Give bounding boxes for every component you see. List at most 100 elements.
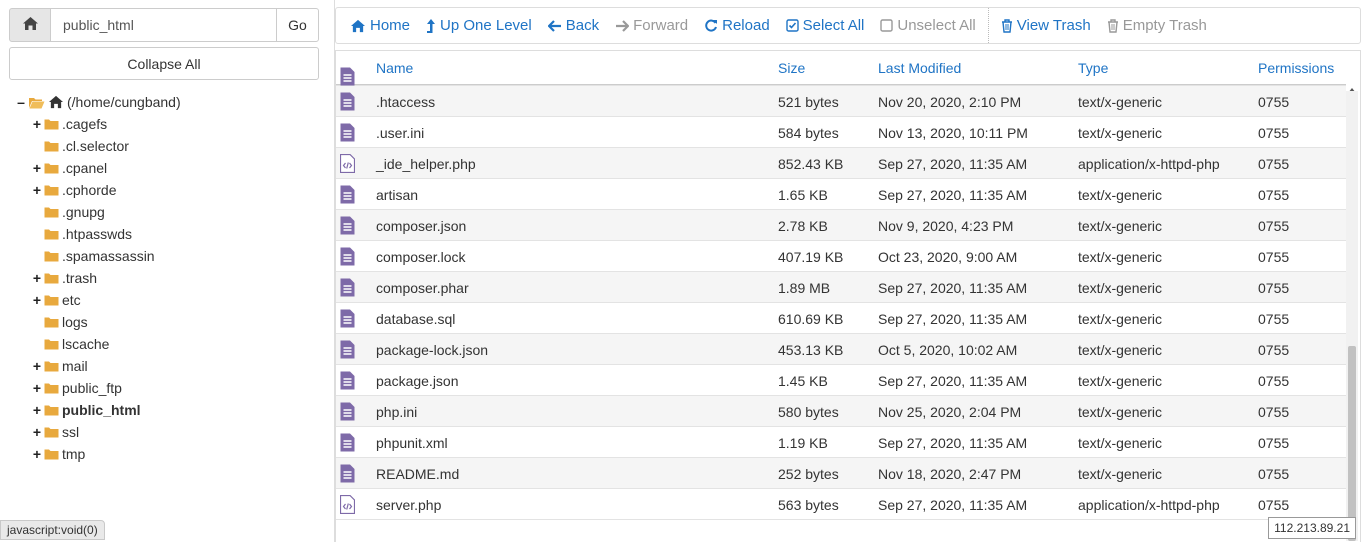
tree-item-label: ssl (62, 424, 80, 440)
tree-item[interactable]: .htpasswds (32, 223, 132, 245)
back-button[interactable]: Back (540, 8, 607, 43)
tree-item[interactable]: .spamassassin (32, 245, 155, 267)
scrollbar-thumb[interactable] (1348, 346, 1356, 541)
folder-icon (44, 338, 59, 350)
file-modified-cell: Sep 27, 2020, 11:35 AM (878, 279, 1028, 296)
folder-icon (44, 404, 59, 416)
expand-toggle-icon[interactable]: + (32, 381, 42, 395)
tree-root[interactable]: – (/home/cungband) (16, 91, 181, 113)
file-size-cell: 1.89 MB (778, 279, 831, 296)
table-row[interactable]: artisan 1.65 KB Sep 27, 2020, 11:35 AM text… (336, 179, 1346, 210)
file-size-cell: 563 bytes (778, 496, 839, 513)
expand-toggle-icon[interactable]: + (32, 425, 42, 439)
tree-item[interactable]: logs (32, 311, 88, 333)
view-trash-button[interactable]: View Trash (993, 8, 1099, 43)
table-row[interactable]: server.php 563 bytes Sep 27, 2020, 11:35 A… (336, 489, 1346, 520)
file-size-cell: 610.69 KB (778, 310, 844, 327)
tree-item[interactable]: + mail (32, 355, 88, 377)
file-type-cell: text/x-generic (1078, 341, 1163, 358)
file-name-cell: _ide_helper.php (376, 155, 476, 172)
expand-toggle-icon[interactable]: + (32, 271, 42, 285)
file-size-cell: 1.65 KB (778, 186, 828, 203)
tree-item[interactable]: + etc (32, 289, 81, 311)
tree-item[interactable]: + public_html (32, 399, 141, 421)
collapse-toggle-icon[interactable]: – (16, 95, 26, 109)
table-row[interactable]: package.json 1.45 KB Sep 27, 2020, 11:35 A… (336, 365, 1346, 396)
table-row[interactable]: composer.lock 407.19 KB Oct 23, 2020, 9:00… (336, 241, 1346, 272)
folder-icon (44, 118, 59, 130)
folder-icon (44, 206, 59, 218)
tree-item[interactable]: + .cphorde (32, 179, 117, 201)
select-all-label: Select All (802, 17, 865, 34)
text-file-icon (340, 427, 356, 458)
file-type-cell: application/x-httpd-php (1078, 155, 1220, 172)
file-size-cell: 521 bytes (778, 93, 839, 110)
table-row[interactable]: database.sql 610.69 KB Sep 27, 2020, 11:35… (336, 303, 1346, 334)
select-all-button[interactable]: Select All (778, 8, 873, 43)
empty-trash-button[interactable]: Empty Trash (1099, 8, 1215, 43)
table-row[interactable]: package-lock.json 453.13 KB Oct 5, 2020, 1… (336, 334, 1346, 365)
file-size-cell: 1.45 KB (778, 372, 828, 389)
file-name-cell: .user.ini (376, 124, 425, 141)
table-row[interactable]: README.md 252 bytes Nov 18, 2020, 2:47 PM t… (336, 458, 1346, 489)
tree-item[interactable]: + .trash (32, 267, 97, 289)
text-file-icon (340, 210, 356, 241)
file-type-cell: text/x-generic (1078, 279, 1163, 296)
tree-item-label: .cpanel (62, 160, 108, 176)
scrollbar[interactable] (1346, 91, 1358, 541)
tree-item-label: .cl.selector (62, 138, 129, 154)
tree-item[interactable]: + public_ftp (32, 377, 122, 399)
collapse-all-button[interactable]: Collapse All (9, 47, 319, 80)
tree-item[interactable]: + .cpanel (32, 157, 107, 179)
table-row[interactable]: _ide_helper.php 852.43 KB Sep 27, 2020, 11… (336, 148, 1346, 179)
home-directory-button[interactable] (9, 8, 51, 42)
text-file-icon (340, 396, 356, 427)
file-type-cell: text/x-generic (1078, 372, 1163, 389)
file-type-cell: text/x-generic (1078, 434, 1163, 451)
file-type-cell: text/x-generic (1078, 465, 1163, 482)
home-button[interactable]: Home (342, 8, 418, 43)
status-tooltip: javascript:void(0) (0, 520, 105, 540)
file-modified-cell: Nov 25, 2020, 2:04 PM (878, 403, 1022, 420)
reload-button[interactable]: Reload (696, 8, 778, 43)
table-row[interactable]: .htaccess 521 bytes Nov 20, 2020, 2:10 PM t… (336, 86, 1346, 117)
expand-toggle-icon[interactable]: + (32, 117, 42, 131)
expand-toggle-icon[interactable]: + (32, 403, 42, 417)
file-permissions-cell: 0755 (1258, 496, 1290, 513)
tree-item-label: .spamassassin (62, 248, 155, 264)
file-modified-cell: Sep 27, 2020, 11:35 AM (878, 372, 1028, 389)
expand-toggle-icon[interactable]: + (32, 293, 42, 307)
file-size-cell: 580 bytes (778, 403, 839, 420)
table-row[interactable]: php.ini 580 bytes Nov 25, 2020, 2:04 PM tex… (336, 396, 1346, 427)
expand-toggle-icon[interactable]: + (32, 359, 42, 373)
up-one-level-button[interactable]: Up One Level (418, 8, 540, 43)
table-row[interactable]: composer.phar 1.89 MB Sep 27, 2020, 11:35 … (336, 272, 1346, 303)
trash-icon (1107, 18, 1119, 33)
tree-item-label: .cagefs (62, 116, 108, 132)
tree-item[interactable]: + ssl (32, 421, 79, 443)
tree-item[interactable]: lscache (32, 333, 109, 355)
home-button-label: Home (370, 17, 411, 34)
path-input[interactable] (51, 8, 276, 42)
home-icon (22, 16, 39, 34)
expand-toggle-icon[interactable]: + (32, 161, 42, 175)
tree-item[interactable]: + tmp (32, 443, 85, 465)
forward-button[interactable]: Forward (607, 8, 696, 43)
tree-root-label: (/home/cungband) (67, 94, 181, 110)
table-row[interactable]: phpunit.xml 1.19 KB Sep 27, 2020, 11:35 AM… (336, 427, 1346, 458)
tree-item[interactable]: .cl.selector (32, 135, 129, 157)
tree-item[interactable]: .gnupg (32, 201, 105, 223)
table-row-partial[interactable] (336, 61, 1346, 86)
empty-trash-label: Empty Trash (1122, 17, 1207, 34)
table-row[interactable]: composer.json 2.78 KB Nov 9, 2020, 4:23 PM… (336, 210, 1346, 241)
expand-toggle-icon[interactable]: + (32, 183, 42, 197)
tree-item[interactable]: + .cagefs (32, 113, 107, 135)
path-bar: Go (9, 8, 319, 42)
file-modified-cell: Oct 5, 2020, 10:02 AM (878, 341, 1018, 358)
table-row[interactable]: .user.ini 584 bytes Nov 13, 2020, 10:11 PM… (336, 117, 1346, 148)
go-button[interactable]: Go (276, 8, 319, 42)
tree-item-label: public_ftp (62, 380, 122, 396)
file-name-cell: artisan (376, 186, 419, 203)
expand-toggle-icon[interactable]: + (32, 447, 42, 461)
unselect-all-button[interactable]: Unselect All (872, 8, 983, 43)
